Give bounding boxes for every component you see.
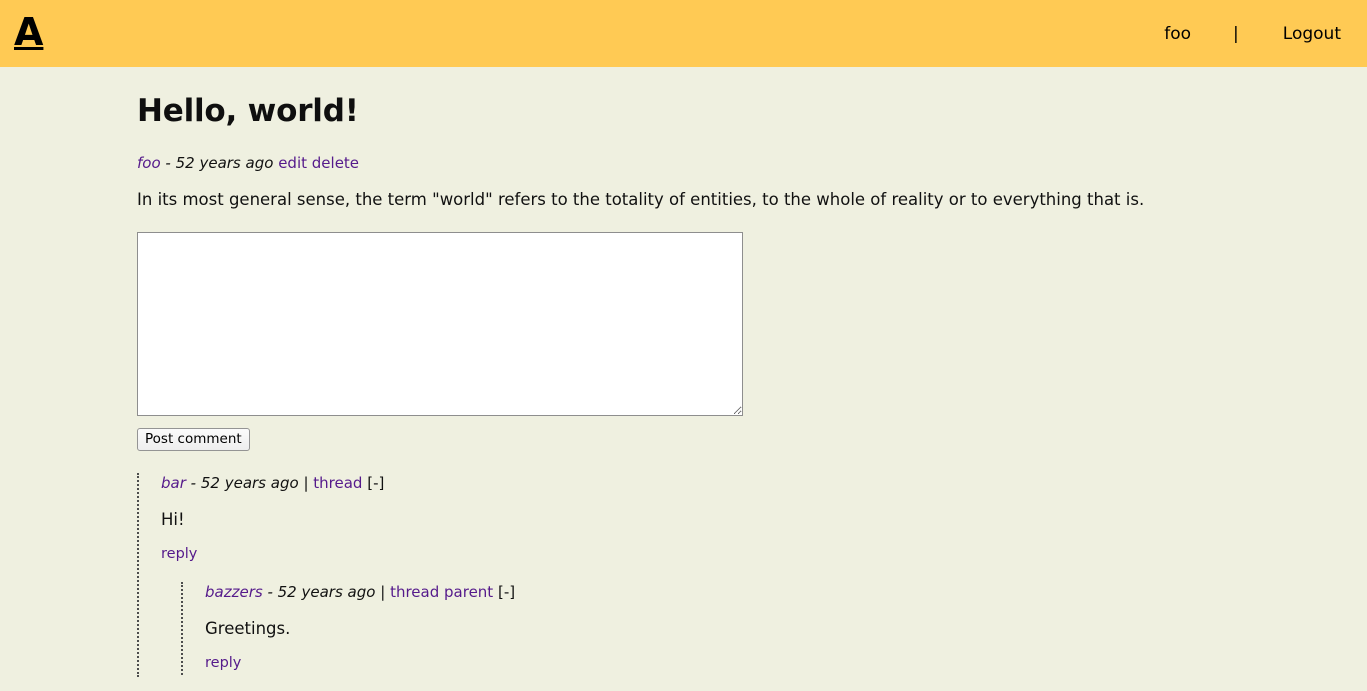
comment-timestamp: - 52 years ago bbox=[190, 473, 299, 492]
post-edit-link[interactable]: edit bbox=[278, 154, 307, 172]
comment-collapse-toggle[interactable]: [-] bbox=[367, 474, 384, 492]
comment-author-link[interactable]: bazzers bbox=[205, 583, 263, 601]
brand-logo[interactable]: A bbox=[14, 13, 43, 55]
comment-thread-link[interactable]: thread bbox=[390, 583, 439, 601]
comment-item: bar - 52 years ago | thread [-] Hi! repl… bbox=[137, 472, 1367, 677]
nav-logout-link[interactable]: Logout bbox=[1283, 24, 1341, 44]
nav-user-link[interactable]: foo bbox=[1164, 24, 1191, 44]
comment-header: bar - 52 years ago | thread [-] bbox=[161, 473, 1367, 492]
post-delete-link[interactable]: delete bbox=[312, 154, 359, 172]
comment-parent-link[interactable]: parent bbox=[444, 583, 493, 601]
comment-author-link[interactable]: bar bbox=[161, 474, 186, 492]
comment-header: bazzers - 52 years ago | thread parent [… bbox=[205, 582, 1367, 601]
page-title: Hello, world! bbox=[137, 93, 359, 129]
nav-separator: | bbox=[1233, 23, 1239, 44]
comment-reply-link[interactable]: reply bbox=[161, 546, 197, 563]
comment-list: bar - 52 years ago | thread [-] Hi! repl… bbox=[137, 472, 1367, 677]
post-meta: foo - 52 years ago edit delete bbox=[137, 154, 1367, 172]
header-nav: foo | Logout bbox=[1164, 24, 1347, 44]
comment-meta-separator: | bbox=[303, 473, 309, 492]
comment-text: Hi! bbox=[161, 509, 185, 529]
comment-meta-separator: | bbox=[380, 582, 386, 601]
comment-reply-link[interactable]: reply bbox=[205, 655, 241, 672]
post-comment-button[interactable]: Post comment bbox=[137, 427, 250, 451]
comment-collapse-toggle[interactable]: [-] bbox=[498, 583, 515, 601]
post-body: In its most general sense, the term "wor… bbox=[137, 190, 1145, 210]
comment-input[interactable] bbox=[137, 231, 743, 416]
post-timestamp: - 52 years ago bbox=[165, 154, 274, 173]
comment-children: bazzers - 52 years ago | thread parent [… bbox=[181, 581, 1367, 675]
comment-thread-link[interactable]: thread bbox=[313, 474, 362, 492]
site-header: A foo | Logout bbox=[0, 0, 1367, 67]
comment-text: Greetings. bbox=[205, 618, 291, 638]
main-content: Hello, world! foo - 52 years ago edit de… bbox=[0, 67, 1367, 677]
comment-item: bazzers - 52 years ago | thread parent [… bbox=[181, 581, 1367, 675]
comment-timestamp: - 52 years ago bbox=[267, 582, 376, 601]
post-author-link[interactable]: foo bbox=[137, 154, 161, 172]
